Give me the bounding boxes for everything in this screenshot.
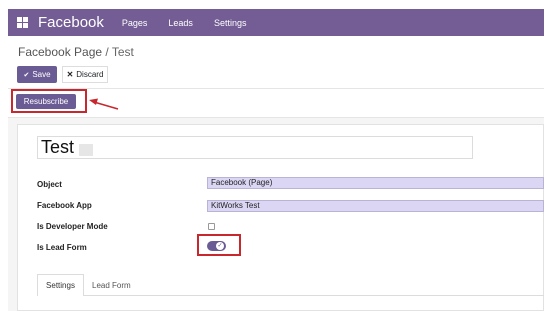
- name-value: Test: [41, 137, 75, 157]
- save-button[interactable]: ✔ Save: [17, 66, 57, 83]
- menu-item-pages[interactable]: Pages: [122, 18, 148, 28]
- object-field[interactable]: Facebook (Page): [207, 177, 544, 189]
- facebook-app-field[interactable]: KitWorks Test: [207, 200, 544, 212]
- facebook-app-label: Facebook App: [37, 201, 92, 210]
- annotation-arrow-icon: [89, 98, 119, 110]
- save-button-label: Save: [32, 70, 51, 79]
- tab-divider: [37, 295, 544, 296]
- breadcrumb-current: Test: [111, 45, 134, 59]
- breadcrumb-separator: /: [105, 45, 109, 59]
- name-redaction: [79, 143, 94, 156]
- lead-form-label: Is Lead Form: [37, 243, 87, 252]
- name-input[interactable]: Test: [37, 136, 473, 159]
- resubscribe-button[interactable]: Resubscribe: [16, 94, 76, 109]
- object-label: Object: [37, 180, 62, 189]
- close-icon: ✕: [66, 70, 74, 79]
- menu-item-leads[interactable]: Leads: [168, 18, 193, 28]
- developer-mode-label: Is Developer Mode: [37, 222, 108, 231]
- top-navbar: Facebook Pages Leads Settings: [8, 9, 544, 36]
- discard-button[interactable]: ✕ Discard: [62, 66, 108, 83]
- breadcrumb: Facebook Page / Test: [18, 45, 134, 59]
- apps-grid-icon[interactable]: [17, 17, 28, 28]
- menu-item-settings[interactable]: Settings: [214, 18, 247, 28]
- tab-settings[interactable]: Settings: [37, 274, 84, 296]
- breadcrumb-parent[interactable]: Facebook Page: [18, 45, 102, 59]
- developer-mode-checkbox[interactable]: [208, 223, 215, 230]
- discard-button-label: Discard: [76, 70, 104, 79]
- save-icon: ✔: [23, 71, 30, 79]
- app-brand[interactable]: Facebook: [38, 14, 104, 31]
- resubscribe-button-label: Resubscribe: [23, 97, 69, 106]
- tab-lead-form[interactable]: Lead Form: [92, 281, 131, 290]
- check-icon: ✓: [216, 242, 224, 250]
